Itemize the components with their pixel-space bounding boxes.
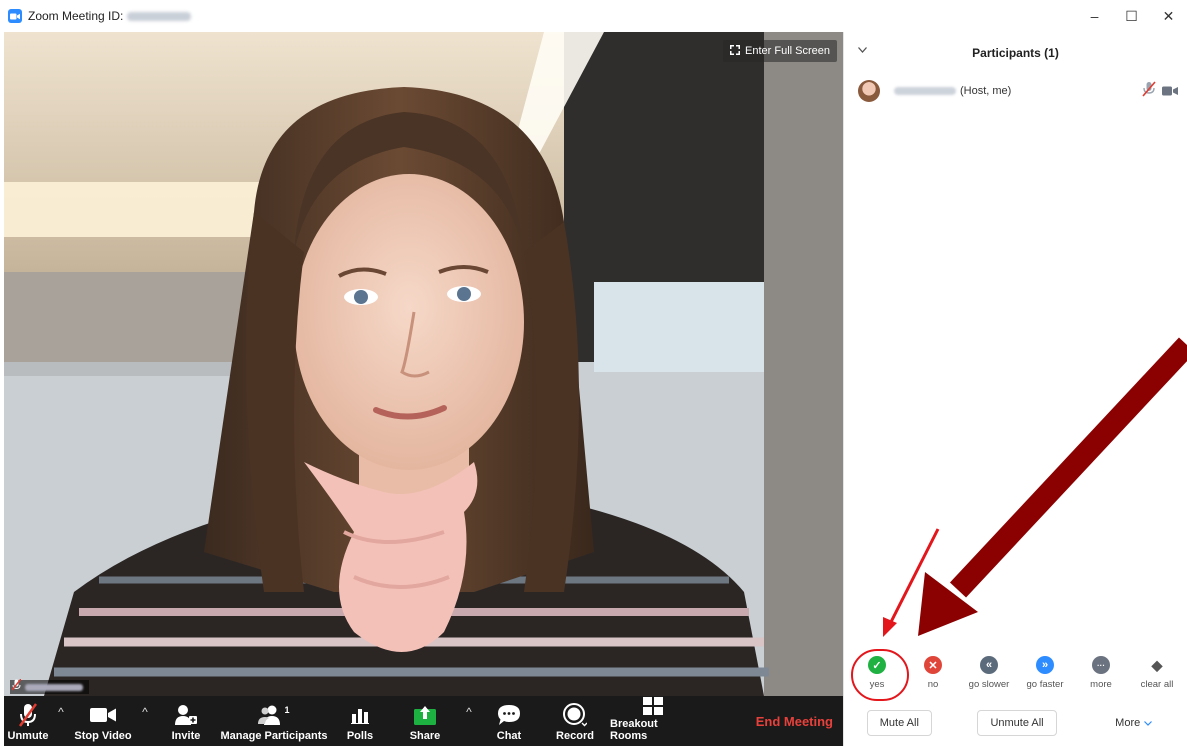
polls-label: Polls (346, 730, 374, 742)
video-name-tag (10, 678, 89, 696)
stop-video-button[interactable]: Stop Video (70, 696, 136, 746)
participants-panel-header: Participants (1) (844, 32, 1187, 74)
video-camera-icon (90, 702, 116, 728)
nonverbal-feedback-bar: ✓ yes ✕ no « go slower » go faster ··· m… (850, 652, 1184, 696)
breakout-rooms-button[interactable]: Breakout Rooms (610, 696, 696, 746)
video-frame-image (4, 32, 843, 696)
zoom-app-icon (8, 9, 22, 23)
video-options-caret[interactable]: ^ (136, 696, 154, 746)
meeting-id-blurred (127, 11, 192, 21)
reaction-more[interactable]: ··· more (1074, 652, 1128, 696)
more-dots-icon: ··· (1092, 656, 1110, 674)
chat-bubble-icon (497, 702, 521, 728)
audio-options-caret[interactable]: ^ (52, 696, 70, 746)
window-title: Zoom Meeting ID: (28, 9, 124, 23)
invite-button[interactable]: Invite (154, 696, 218, 746)
record-icon (563, 702, 587, 728)
zoom-window: Zoom Meeting ID: – ☐ ✕ Enter Full Screen… (0, 0, 1187, 746)
chat-label: Chat (496, 730, 522, 742)
breakout-rooms-icon (643, 696, 663, 716)
mute-all-label: Mute All (879, 717, 919, 729)
reaction-go-slower[interactable]: « go slower (962, 652, 1016, 696)
enter-full-screen-button[interactable]: Enter Full Screen (723, 40, 837, 62)
share-label: Share (409, 730, 441, 742)
reaction-label: yes (869, 679, 885, 690)
mute-all-button[interactable]: Mute All (866, 710, 932, 736)
reaction-label: go slower (968, 679, 1010, 690)
muted-mic-icon[interactable] (1142, 81, 1156, 102)
maximize-button[interactable]: ☐ (1113, 0, 1150, 32)
chat-button[interactable]: Chat (478, 696, 540, 746)
rewind-icon: « (980, 656, 998, 674)
record-label: Record (556, 730, 594, 742)
unmute-all-button[interactable]: Unmute All (977, 710, 1057, 736)
reaction-yes[interactable]: ✓ yes (850, 652, 904, 696)
unmute-all-label: Unmute All (990, 717, 1044, 729)
minimize-button[interactable]: – (1076, 0, 1113, 32)
invite-label: Invite (171, 730, 201, 742)
title-bar: Zoom Meeting ID: – ☐ ✕ (0, 0, 1187, 32)
muted-mic-icon (19, 702, 37, 728)
meeting-toolbar: Unmute ^ Stop Video ^ Invite 1 Manage Pa… (4, 696, 843, 746)
reaction-label: more (1090, 679, 1112, 690)
name-blurred (25, 683, 83, 691)
muted-mic-icon (11, 678, 22, 696)
participants-panel: Participants (1) (Host, me) ✓ yes ✕ no «… (843, 32, 1187, 746)
more-button[interactable]: More (1102, 710, 1166, 736)
fullscreen-icon (730, 44, 741, 58)
participant-role: (Host, me) (960, 85, 1012, 97)
participants-panel-title: Participants (1) (972, 46, 1059, 60)
stop-video-label: Stop Video (74, 730, 132, 742)
chevron-down-icon[interactable] (858, 44, 867, 56)
participants-actions: Mute All Unmute All More (844, 708, 1187, 738)
record-button[interactable]: Record (540, 696, 610, 746)
end-meeting-button[interactable]: End Meeting (756, 696, 833, 746)
unmute-button[interactable]: Unmute (4, 696, 52, 746)
reaction-clear-all[interactable]: ◆ clear all (1130, 652, 1184, 696)
polls-icon (351, 702, 369, 728)
chevron-down-icon (1144, 717, 1153, 729)
checkmark-icon: ✓ (868, 656, 886, 674)
reaction-go-faster[interactable]: » go faster (1018, 652, 1072, 696)
reaction-no[interactable]: ✕ no (906, 652, 960, 696)
unmute-label: Unmute (7, 730, 49, 742)
close-button[interactable]: ✕ (1150, 0, 1187, 32)
eraser-icon: ◆ (1151, 656, 1163, 673)
video-camera-icon[interactable] (1162, 83, 1178, 101)
breakout-rooms-label: Breakout Rooms (610, 718, 658, 742)
x-icon: ✕ (924, 656, 942, 674)
participant-name-blurred (894, 87, 956, 95)
fullscreen-label: Enter Full Screen (745, 45, 830, 57)
reaction-label: clear all (1140, 679, 1174, 690)
manage-participants-button[interactable]: 1 Manage Participants (218, 696, 330, 746)
video-feed[interactable]: Enter Full Screen (4, 32, 843, 696)
participants-icon: 1 (258, 702, 290, 728)
manage-participants-label: Manage Participants (220, 730, 328, 742)
participant-row[interactable]: (Host, me) (858, 78, 1178, 104)
participant-status-icons (1142, 81, 1178, 102)
polls-button[interactable]: Polls (330, 696, 390, 746)
fast-forward-icon: » (1036, 656, 1054, 674)
reaction-label: go faster (1026, 679, 1064, 690)
more-label: More (1115, 717, 1141, 729)
share-screen-icon (414, 702, 436, 728)
reaction-label: no (927, 679, 939, 690)
window-controls: – ☐ ✕ (1076, 0, 1187, 32)
participant-count-badge: 1 (284, 705, 290, 715)
add-person-icon (175, 702, 197, 728)
share-button[interactable]: Share (390, 696, 460, 746)
avatar (858, 80, 880, 102)
share-options-caret[interactable]: ^ (460, 696, 478, 746)
